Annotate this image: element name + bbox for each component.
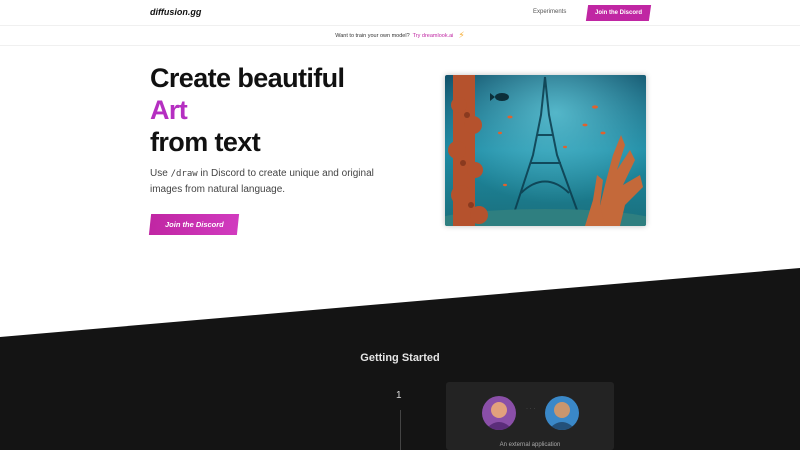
dark-section-background [0, 268, 800, 450]
hero-description: Use /draw in Discord to create unique an… [150, 166, 380, 198]
hero-title-accent: Art [150, 95, 188, 125]
lightning-bolt-icon: ⚡ [458, 30, 465, 40]
draw-command: /draw [170, 169, 198, 179]
nav-join-discord-label: Join the Discord [594, 10, 642, 16]
banner-link-dreamlook[interactable]: Try dreamlook.ai [413, 33, 454, 39]
user-avatar-image [482, 396, 516, 430]
hero-image-underwater-eiffel [445, 75, 646, 226]
promo-banner: Want to train your own model? Try dreaml… [0, 26, 800, 46]
hero-desc-before: Use [150, 168, 171, 179]
hero-title-line-1: Create beautiful [150, 63, 345, 93]
banner-text: Want to train your own model? [335, 32, 410, 39]
nav-join-discord-button[interactable]: Join the Discord [585, 5, 652, 21]
avatar-bot [545, 396, 579, 430]
bot-avatar-image [545, 396, 579, 430]
underwater-eiffel-tower-image [445, 75, 646, 226]
step-number: 1 [396, 390, 402, 401]
brand-logo[interactable]: diffusion.gg [150, 7, 201, 17]
hero-title: Create beautiful Art from text [150, 62, 345, 158]
hero-join-discord-button[interactable]: Join the Discord [148, 214, 240, 235]
hero-join-discord-label: Join the Discord [164, 220, 224, 229]
step-timeline-line [400, 410, 401, 450]
hero-title-line-3: from text [150, 127, 261, 157]
getting-started-title: Getting Started [360, 352, 440, 364]
avatar-user [482, 396, 516, 430]
nav-link-experiments[interactable]: Experiments [533, 9, 566, 15]
connection-dots-icon: · · · [526, 406, 536, 412]
card-caption: An external application [499, 442, 561, 448]
top-navbar: diffusion.gg Experiments Join the Discor… [0, 0, 800, 26]
step-card: · · · An external application [446, 382, 614, 450]
